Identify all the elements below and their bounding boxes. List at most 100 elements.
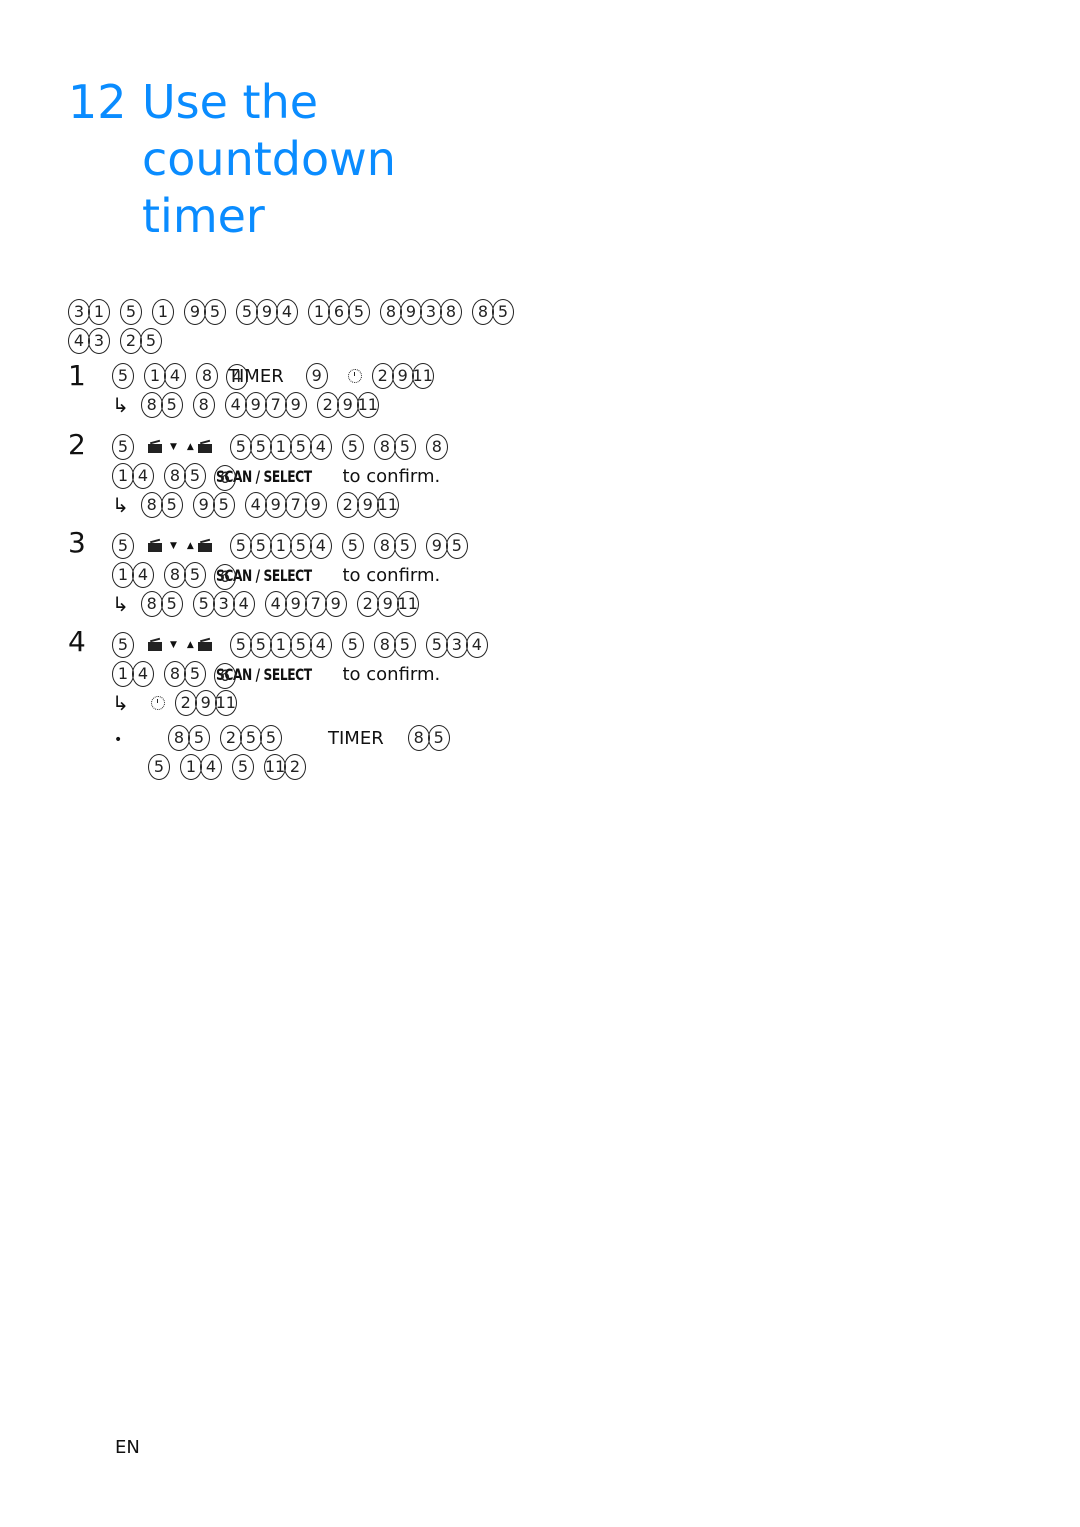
circled-glyph: 5 — [160, 591, 183, 617]
circled-glyph: 8 — [407, 725, 430, 751]
glyph-group: 255 — [220, 725, 282, 751]
circled-glyph: 9 — [284, 591, 307, 617]
circled-glyph: 4 — [244, 492, 267, 518]
circled-glyph: 5 — [229, 632, 252, 658]
circled-glyph: 4 — [226, 363, 248, 390]
circled-glyph: 6 — [214, 563, 236, 590]
circled-glyph: 3 — [212, 591, 235, 617]
circled-glyph: 9 — [305, 363, 328, 389]
glyph-group: 55154 — [229, 632, 332, 658]
chapter-title-line: timer — [142, 189, 265, 243]
glyph-group: 534 — [425, 632, 488, 658]
glyph-group: 2 9 11 — [336, 492, 399, 518]
glyph-group: 5 — [112, 632, 134, 658]
circled-glyph: 1 — [308, 299, 330, 325]
radio-icon — [148, 439, 166, 453]
circled-glyph: 5 — [160, 492, 183, 518]
radio-body — [197, 543, 212, 552]
circled-glyph: 5 — [341, 434, 364, 460]
circled-glyph: 9 — [192, 492, 215, 518]
circled-glyph: 2 — [371, 363, 394, 389]
circled-glyph: 5 — [341, 533, 364, 559]
circled-glyph: 4 — [309, 533, 332, 559]
glyph-group: 14 — [144, 363, 186, 389]
circled-glyph: 4 — [224, 392, 247, 418]
circled-glyph: 5 — [204, 299, 226, 325]
radio-icon — [148, 538, 166, 552]
circled-glyph: 1 — [88, 299, 110, 325]
glyph-group: 25 — [120, 328, 162, 354]
circled-glyph: 4 — [465, 632, 488, 658]
glyph-group: 85 — [140, 591, 183, 617]
glyph-group: 5 — [112, 533, 134, 559]
glyph-group: 2 9 11 — [316, 392, 379, 418]
circled-glyph: 4 — [132, 463, 154, 489]
radio-up-icon: ▲ — [187, 439, 220, 453]
glyph-group: 8 — [425, 434, 448, 460]
circled-glyph: 9 — [336, 392, 359, 418]
glyph-group: 95 — [184, 299, 226, 325]
circled-glyph: 5 — [492, 299, 514, 325]
glyph-group: 5 — [232, 754, 254, 780]
circled-glyph: 8 — [192, 392, 215, 418]
circled-glyph: 5 — [184, 661, 206, 687]
result-arrow-icon: ↳ — [112, 393, 129, 417]
radio-up-icon: ▲ — [187, 637, 220, 651]
circled-glyph: 1 — [269, 632, 292, 658]
circled-glyph: 5 — [393, 533, 416, 559]
circled-glyph: 4 — [200, 754, 222, 780]
circled-glyph: 3 — [420, 299, 442, 325]
circled-glyph: 5 — [192, 591, 215, 617]
text-line: ↳ 2 9 11 — [112, 688, 247, 718]
circled-glyph: 5 — [160, 392, 183, 418]
circled-glyph: 9 — [400, 299, 422, 325]
radio-body — [148, 444, 162, 453]
circled-glyph: 8 — [140, 392, 163, 418]
glyph-group: 85 — [373, 533, 416, 559]
circled-glyph: 1 — [112, 562, 134, 588]
circled-glyph: 9 — [284, 392, 307, 418]
circled-glyph: 5 — [112, 533, 134, 559]
circled-glyph: 5 — [148, 754, 170, 780]
glyph-group: 8938 — [380, 299, 462, 325]
circled-glyph: 7 — [284, 492, 307, 518]
circled-glyph: 4 — [309, 434, 332, 460]
circled-glyph: 2 — [336, 492, 359, 518]
circled-glyph: 1 — [144, 363, 166, 389]
text-line: 1 4 8 5 SCAN / SELECT 6 to confirm. — [112, 659, 440, 689]
radio-down-icon: ▼ — [144, 538, 177, 552]
glyph-group: 55154 — [229, 434, 332, 460]
circled-glyph: 4 — [68, 328, 90, 354]
circled-glyph: 11 — [214, 690, 237, 716]
radio-body — [148, 543, 162, 552]
circled-glyph: 5 — [289, 632, 312, 658]
circled-glyph: 9 — [425, 533, 448, 559]
glyph-group: 85 — [373, 632, 416, 658]
circled-glyph: 1 — [269, 434, 292, 460]
circled-glyph: 3 — [445, 632, 468, 658]
circled-glyph: 5 — [212, 492, 235, 518]
circled-glyph: 5 — [427, 725, 450, 751]
circled-glyph: 9 — [391, 363, 414, 389]
glyph-group: 594 — [236, 299, 298, 325]
circled-glyph: 5 — [188, 725, 210, 751]
bullet-icon: • — [114, 732, 123, 748]
circled-glyph: 7 — [304, 591, 327, 617]
glyph-group: 2 9 11 — [356, 591, 419, 617]
circled-glyph: 9 — [244, 392, 267, 418]
radio-body — [148, 642, 162, 651]
text-line: 5 1 4 8 TIMER 4 9 2 9 11 — [112, 361, 444, 391]
circled-glyph: 5 — [184, 562, 206, 588]
text-line: 1 4 8 5 SCAN / SELECT 6 to confirm. — [112, 560, 440, 590]
text-line: 5 ▼ ▲ 5 5 1 5 4 5 8 5 9 5 — [112, 531, 478, 561]
circled-glyph: 1 — [180, 754, 202, 780]
circled-glyph: 11 — [376, 492, 399, 518]
triangle-down-icon: ▼ — [170, 640, 177, 650]
glyph-group: 165 — [308, 299, 370, 325]
circled-glyph: 4 — [264, 591, 287, 617]
circled-glyph: 8 — [140, 492, 163, 518]
glyph-group: 11 2 — [264, 754, 306, 780]
radio-icon — [197, 637, 216, 651]
radio-up-icon: ▲ — [187, 538, 220, 552]
glyph-group: 14 — [112, 661, 154, 687]
